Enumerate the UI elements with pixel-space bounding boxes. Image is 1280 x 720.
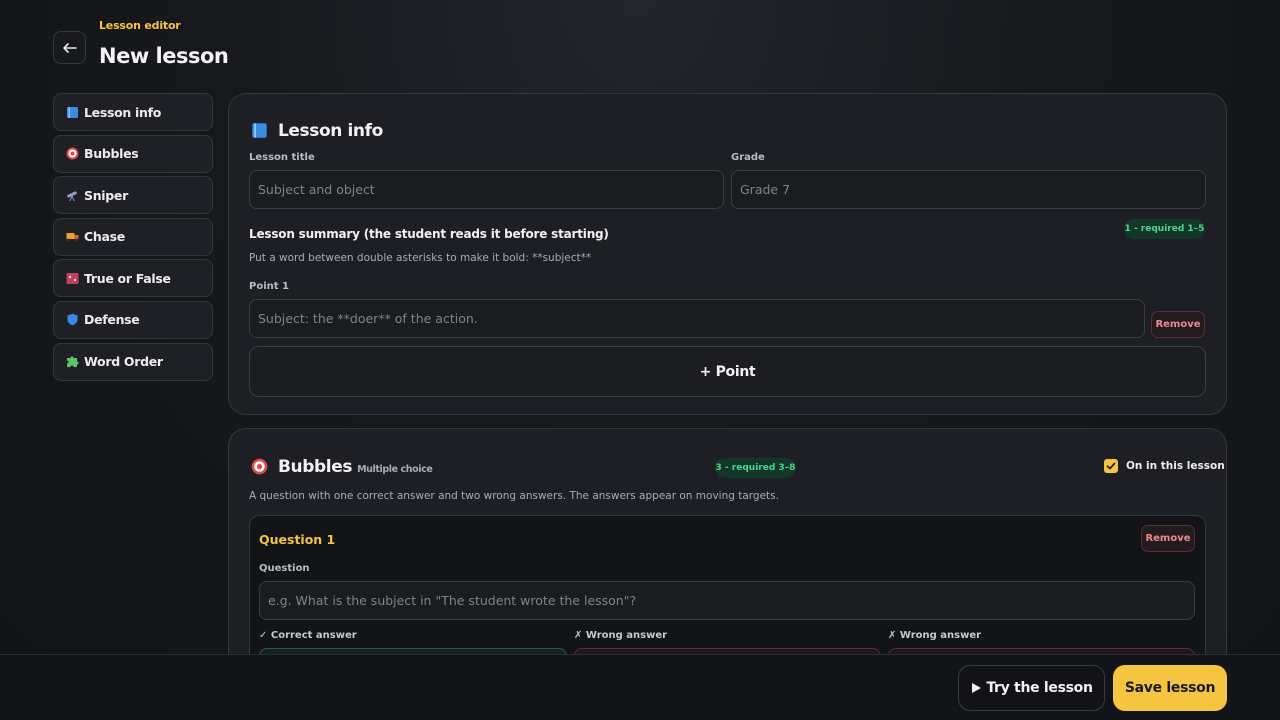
sidebar-item-true-or-false[interactable]: True or False	[53, 259, 213, 298]
arrow-left-icon	[62, 42, 77, 53]
sidebar-item-label: Word Order	[84, 354, 163, 370]
correct-answer-label: ✓ Correct answer	[259, 630, 357, 641]
grade-label: Grade	[731, 152, 765, 163]
bubbles-title: Bubbles	[278, 457, 353, 477]
wrong-answer-label-1: ✗ Wrong answer	[574, 630, 668, 641]
point-label: Point 1	[249, 281, 289, 292]
save-lesson-button[interactable]: Save lesson	[1113, 665, 1227, 711]
sidebar-item-label: Bubbles	[84, 146, 139, 162]
lesson-info-title: Lesson info	[278, 121, 383, 141]
sidebar-item-label: Sniper	[84, 187, 128, 203]
sidebar-item-word-order[interactable]: Word Order	[53, 342, 213, 381]
sidebar-item-bubbles[interactable]: Bubbles	[53, 134, 213, 173]
bubbles-description: A question with one correct answer and t…	[249, 490, 779, 502]
truck-icon	[65, 230, 79, 244]
page-title: New lesson	[99, 44, 229, 68]
lesson-toggle-checkbox[interactable]	[1104, 459, 1118, 473]
bubbles-count-badge: 3 - required 3–8	[715, 458, 796, 478]
sidebar-item-label: Defense	[84, 312, 140, 328]
remove-question-button[interactable]: Remove	[1141, 525, 1195, 552]
add-point-button[interactable]: + Point	[249, 346, 1206, 397]
page-kicker: Lesson editor	[99, 19, 181, 32]
sidebar-item-label: Chase	[84, 229, 125, 245]
back-button[interactable]	[53, 31, 86, 64]
question-input[interactable]: e.g. What is the subject in "The student…	[259, 581, 1195, 620]
sidebar-item-label: True or False	[84, 270, 171, 286]
sidebar-item-sniper[interactable]: Sniper	[53, 176, 213, 215]
check-icon	[1106, 462, 1116, 470]
try-lesson-button[interactable]: Try the lesson	[958, 665, 1105, 711]
sidebar: Lesson info Bubbles Sniper Chase True or…	[53, 93, 213, 384]
try-lesson-label: Try the lesson	[986, 680, 1093, 696]
target-icon	[251, 458, 269, 476]
bubbles-heading: Bubbles Multiple choice	[251, 457, 433, 477]
summary-title: Lesson summary (the student reads it bef…	[249, 227, 609, 241]
target-icon	[65, 147, 79, 161]
wrong-answer-label-2: ✗ Wrong answer	[888, 630, 982, 641]
lesson-title-input[interactable]: Subject and object	[249, 170, 724, 209]
question-label: Question	[259, 563, 310, 574]
grade-input[interactable]: Grade 7	[731, 170, 1206, 209]
lesson-info-heading: Lesson info	[251, 121, 383, 141]
summary-hint: Put a word between double asterisks to m…	[249, 252, 592, 264]
lesson-title-label: Lesson title	[249, 152, 315, 163]
sidebar-item-defense[interactable]: Defense	[53, 300, 213, 339]
shield-icon	[65, 313, 79, 327]
book-icon	[251, 122, 269, 140]
lesson-toggle-label[interactable]: On in this lesson	[1126, 460, 1225, 472]
puzzle-icon	[65, 355, 79, 369]
sidebar-item-lesson-info[interactable]: Lesson info	[53, 93, 213, 131]
sidebar-item-label: Lesson info	[84, 104, 162, 120]
question-title: Question 1	[259, 532, 336, 547]
book-icon	[65, 105, 79, 119]
bubbles-subtitle: Multiple choice	[357, 464, 433, 475]
telescope-icon	[65, 188, 79, 202]
remove-point-button[interactable]: Remove	[1151, 311, 1205, 338]
traffic-light-icon	[65, 271, 79, 285]
summary-count-badge: 1 - required 1–5	[1124, 219, 1205, 239]
point-input[interactable]: Subject: the **doer** of the action.	[249, 299, 1145, 338]
sidebar-item-chase[interactable]: Chase	[53, 217, 213, 256]
play-icon	[972, 683, 982, 693]
